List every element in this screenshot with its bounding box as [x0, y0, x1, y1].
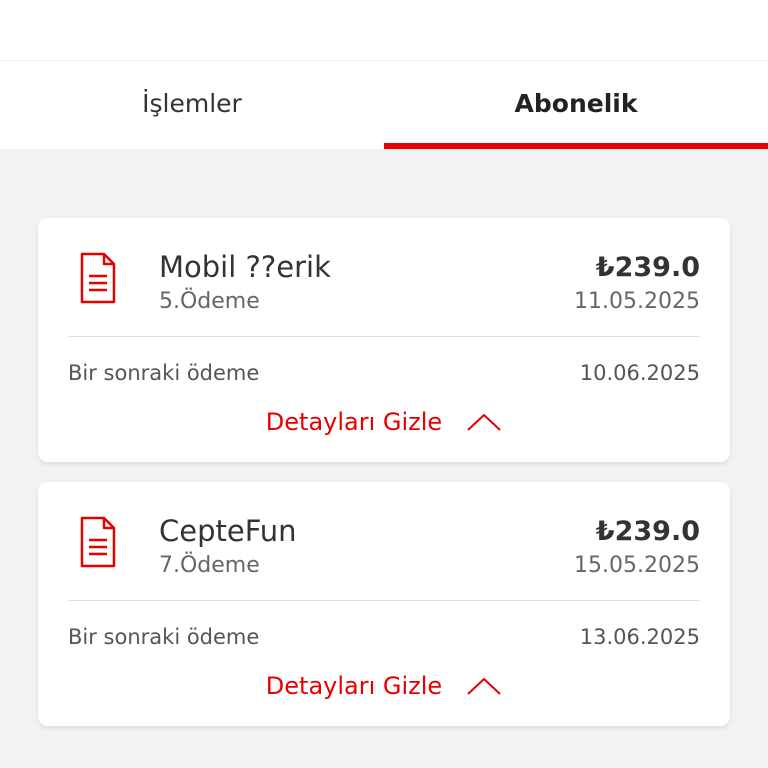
subscription-title: CepteFun	[159, 514, 297, 548]
hide-details-label: Detayları Gizle	[265, 408, 443, 436]
hide-details-button[interactable]: Detayları Gizle	[38, 408, 730, 436]
hide-details-label: Detayları Gizle	[265, 672, 443, 700]
payment-date: 15.05.2025	[574, 553, 700, 578]
subscription-title: Mobil ??erik	[159, 250, 331, 284]
tab-bar: İşlemler Abonelik	[0, 61, 768, 149]
top-header	[0, 0, 768, 61]
tab-islemler[interactable]: İşlemler	[0, 61, 384, 149]
payment-number: 7.Ödeme	[159, 553, 260, 578]
next-payment-label: Bir sonraki ödeme	[68, 625, 260, 649]
next-payment-date: 10.06.2025	[579, 361, 700, 385]
document-icon	[80, 516, 116, 568]
payment-amount: ₺239.0	[595, 516, 700, 547]
document-icon	[80, 252, 116, 304]
subscription-card: Mobil ??erik 5.Ödeme ₺239.0 11.05.2025 B…	[38, 218, 730, 462]
subscription-card: CepteFun 7.Ödeme ₺239.0 15.05.2025 Bir s…	[38, 482, 730, 726]
payment-date: 11.05.2025	[574, 289, 700, 314]
next-payment-date: 13.06.2025	[579, 625, 700, 649]
hide-details-button[interactable]: Detayları Gizle	[38, 672, 730, 700]
chevron-up-icon	[467, 413, 501, 431]
chevron-up-icon	[467, 677, 501, 695]
divider	[68, 336, 700, 337]
tab-abonelik[interactable]: Abonelik	[384, 61, 768, 149]
divider	[68, 600, 700, 601]
next-payment-label: Bir sonraki ödeme	[68, 361, 260, 385]
payment-amount: ₺239.0	[595, 252, 700, 283]
payment-number: 5.Ödeme	[159, 289, 260, 314]
